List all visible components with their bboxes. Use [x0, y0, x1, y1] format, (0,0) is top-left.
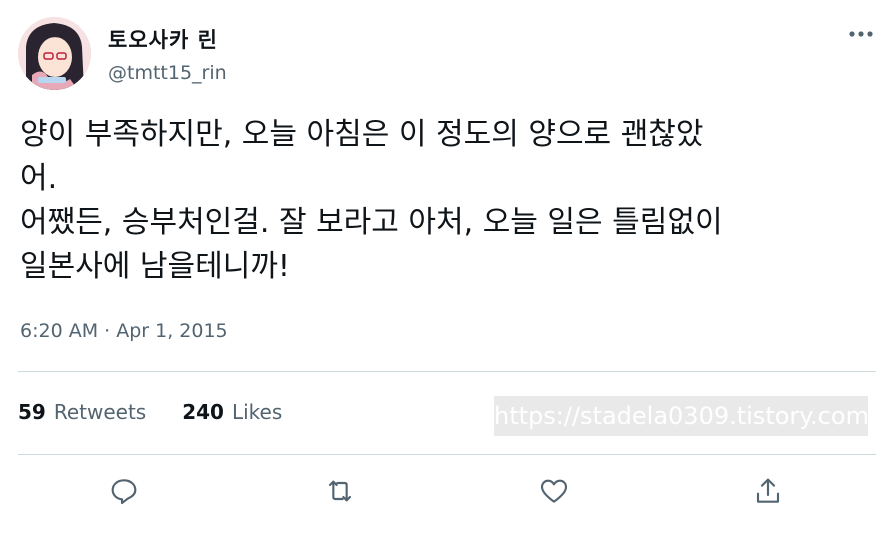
watermark: https://stadela0309.tistory.com: [494, 396, 869, 436]
share-icon: [756, 478, 780, 503]
likes-stat[interactable]: 240 Likes: [182, 400, 282, 424]
more-horizontal-icon: [849, 31, 873, 37]
heart-icon: [540, 479, 568, 503]
tweet-stats: 59 Retweets 240 Likes: [18, 400, 282, 424]
avatar-image: [18, 17, 91, 90]
more-options-button[interactable]: [844, 24, 878, 44]
retweets-count: 59: [18, 400, 46, 424]
retweet-icon: [328, 480, 352, 502]
divider: [18, 454, 876, 455]
tweet-text-line: 어.: [20, 161, 58, 196]
tweet-timestamp[interactable]: 6:20 AM · Apr 1, 2015: [20, 320, 228, 342]
divider: [18, 371, 876, 372]
tweet-text: 양이 부족하지만, 오늘 아침은 이 정도의 양으로 괜찮았 어. 어쨌든, 승…: [20, 113, 875, 289]
reply-icon: [111, 479, 137, 505]
retweets-label: Retweets: [53, 400, 147, 424]
tweet-text-line: 일본사에 남을테니까!: [20, 249, 290, 284]
retweet-button[interactable]: [320, 471, 360, 511]
tweet-text-line: 양이 부족하지만, 오늘 아침은 이 정도의 양으로 괜찮았: [20, 117, 704, 152]
tweet-text-line: 어쨌든, 승부처인걸. 잘 보라고 아처, 오늘 일은 틀림없이: [20, 205, 723, 240]
share-button[interactable]: [748, 471, 788, 511]
reply-button[interactable]: [104, 471, 144, 511]
avatar[interactable]: [18, 17, 91, 90]
likes-count: 240: [182, 400, 224, 424]
like-button[interactable]: [534, 471, 574, 511]
user-handle[interactable]: @tmtt15_rin: [108, 62, 227, 84]
likes-label: Likes: [231, 400, 283, 424]
retweets-stat[interactable]: 59 Retweets: [18, 400, 146, 424]
display-name[interactable]: 토오사카 린: [108, 24, 218, 54]
